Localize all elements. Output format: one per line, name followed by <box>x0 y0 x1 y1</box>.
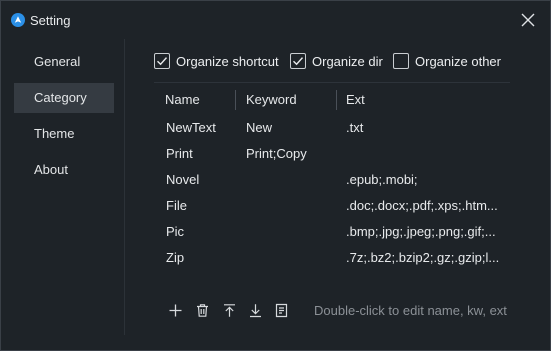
add-icon[interactable] <box>166 301 184 319</box>
checkbox-checked-icon <box>154 53 170 69</box>
edit-icon[interactable] <box>272 301 290 319</box>
checkbox-label: Organize shortcut <box>176 53 279 69</box>
sidebar: General Category Theme About <box>1 39 121 350</box>
cell-ext: .txt <box>346 120 364 135</box>
sidebar-item-label: Theme <box>34 126 75 141</box>
table-row[interactable]: Print Print;Copy <box>157 141 507 167</box>
settings-window: Setting General Category Theme About Org… <box>0 0 551 351</box>
column-header-name[interactable]: Name <box>165 89 200 111</box>
move-top-icon[interactable] <box>220 301 238 319</box>
cell-ext: .7z;.bz2;.bzip2;.gz;.gzip;l... <box>346 250 500 265</box>
column-divider[interactable] <box>235 90 236 110</box>
column-divider[interactable] <box>336 90 337 110</box>
organize-other-checkbox[interactable]: Organize other <box>393 53 501 69</box>
cell-ext: .doc;.docx;.pdf;.xps;.htm... <box>346 198 498 213</box>
organize-dir-checkbox[interactable]: Organize dir <box>290 53 383 69</box>
delete-icon[interactable] <box>193 301 211 319</box>
checkbox-label: Organize dir <box>312 53 383 69</box>
app-logo-icon <box>11 13 25 27</box>
cell-keyword: New <box>246 120 273 135</box>
table-row[interactable]: Zip .7z;.bz2;.bzip2;.gz;.gzip;l... <box>157 245 507 271</box>
table-row[interactable]: Pic .bmp;.jpg;.jpeg;.png;.gif;... <box>157 219 507 245</box>
move-down-icon[interactable] <box>246 301 264 319</box>
sidebar-divider <box>124 39 125 335</box>
table-row[interactable]: Novel .epub;.mobi; <box>157 167 507 193</box>
cell-name: File <box>166 198 187 213</box>
close-icon[interactable] <box>520 12 536 28</box>
column-header-keyword[interactable]: Keyword <box>246 89 297 111</box>
title-bar: Setting <box>1 1 550 39</box>
sidebar-item-label: Category <box>34 90 87 105</box>
cell-name: Print <box>166 146 193 161</box>
sidebar-item-general[interactable]: General <box>14 47 114 77</box>
checkbox-checked-icon <box>290 53 306 69</box>
table-row[interactable]: File .doc;.docx;.pdf;.xps;.htm... <box>157 193 507 219</box>
options-divider <box>154 82 510 83</box>
edit-hint: Double-click to edit name, kw, ext <box>314 303 507 318</box>
sidebar-item-label: General <box>34 54 81 69</box>
cell-keyword: Print;Copy <box>246 146 307 161</box>
sidebar-item-category[interactable]: Category <box>14 83 114 113</box>
cell-ext: .bmp;.jpg;.jpeg;.png;.gif;... <box>346 224 496 239</box>
table-row[interactable]: NewText New .txt <box>157 115 507 141</box>
cell-name: NewText <box>166 120 216 135</box>
cell-name: Novel <box>166 172 200 187</box>
column-header-ext[interactable]: Ext <box>346 89 365 111</box>
window-title: Setting <box>30 13 71 28</box>
cell-name: Pic <box>166 224 185 239</box>
checkbox-unchecked-icon <box>393 53 409 69</box>
table-header: Name Keyword Ext <box>157 89 507 111</box>
cell-ext: .epub;.mobi; <box>346 172 418 187</box>
cell-name: Zip <box>166 250 185 265</box>
sidebar-item-label: About <box>34 162 68 177</box>
sidebar-item-about[interactable]: About <box>14 155 114 185</box>
checkbox-label: Organize other <box>415 53 501 69</box>
organize-shortcut-checkbox[interactable]: Organize shortcut <box>154 53 279 69</box>
sidebar-item-theme[interactable]: Theme <box>14 119 114 149</box>
